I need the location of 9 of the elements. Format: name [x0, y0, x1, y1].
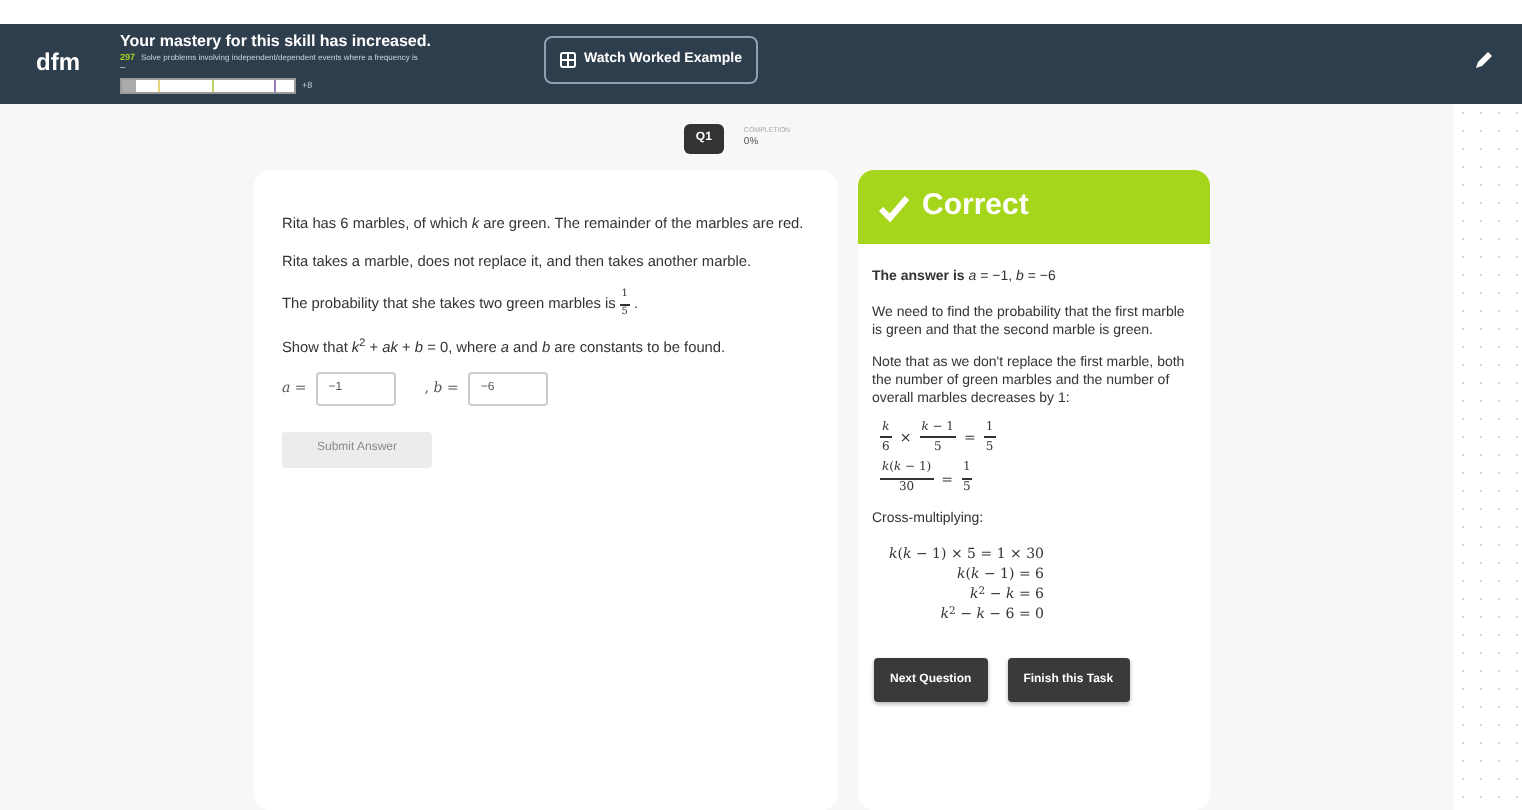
tick-mark: [274, 80, 276, 92]
film-icon: [560, 52, 576, 68]
tick-mark: [158, 80, 160, 92]
check-icon: [878, 193, 910, 221]
pen-icon[interactable]: [1474, 50, 1494, 70]
verdict-text: Correct: [922, 186, 1029, 227]
tick-mark: [212, 80, 214, 92]
mastery-message: Your mastery for this skill has increased.: [120, 32, 433, 52]
logo: dfm: [36, 46, 82, 80]
